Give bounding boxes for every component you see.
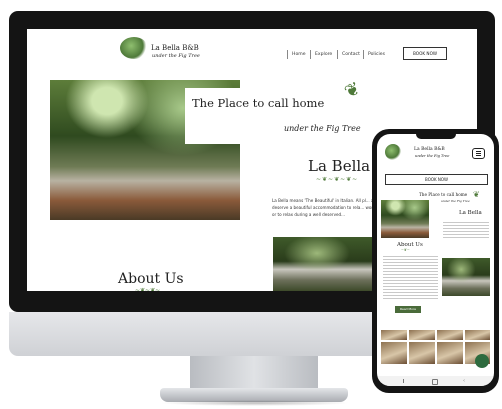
chat-icon[interactable] [475, 354, 489, 368]
site-brand-tagline: under the Fig Tree [152, 53, 200, 59]
gallery-thumb[interactable] [465, 330, 490, 340]
mobile-hero-subheading: under the Fig Tree [441, 199, 470, 203]
about-us-title: About Us [118, 271, 184, 287]
mobile-brand-tagline: under the Fig Tree [415, 154, 450, 158]
mobile-logo-leaf-icon [385, 144, 401, 160]
nav-divider [363, 50, 364, 59]
gallery-thumb[interactable] [381, 342, 407, 364]
menu-icon[interactable] [472, 148, 485, 159]
mobile-hero-image [381, 200, 429, 238]
mobile-hero-heading: The Place to call home [419, 192, 468, 197]
gallery-thumb[interactable] [381, 330, 407, 340]
hero-subheading: under the Fig Tree [284, 124, 361, 133]
garden-image [273, 237, 383, 291]
la-bella-title: La Bella [308, 157, 371, 175]
mobile-la-bella-text [443, 220, 489, 240]
android-nav-bar: ‹ [377, 376, 494, 386]
nav-divider [310, 50, 311, 59]
mobile-gallery [381, 330, 490, 378]
mobile-read-more-button[interactable]: Read More [395, 306, 421, 313]
about-leaf-divider-icon: ~❦~❦~ [135, 287, 161, 291]
gallery-thumb[interactable] [409, 330, 435, 340]
mobile-about-divider-icon: ~❦~ [401, 248, 410, 252]
hero-heading: The Place to call home [192, 96, 325, 110]
mobile-fern-icon: ❦ [473, 190, 480, 199]
mobile-la-bella-title: La Bella [459, 210, 482, 216]
back-icon[interactable]: ‹ [463, 378, 465, 384]
site-brand-name[interactable]: La Bella B&B [151, 44, 199, 52]
site-logo-leaf-icon [120, 37, 148, 59]
nav-policies[interactable]: Policies [368, 52, 385, 57]
nav-home[interactable]: Home [292, 52, 306, 57]
nav-contact[interactable]: Contact [342, 52, 360, 57]
nav-divider [337, 50, 338, 59]
nav-divider [287, 50, 288, 59]
mobile-about-image [442, 258, 490, 296]
nav-explore[interactable]: Explore [315, 52, 332, 57]
phone-screen: La Bella B&B under the Fig Tree BOOK NOW… [377, 134, 494, 386]
gallery-thumb[interactable] [409, 342, 435, 364]
gallery-thumb[interactable] [437, 330, 463, 340]
home-icon[interactable] [432, 379, 438, 385]
gallery-thumb[interactable] [437, 342, 463, 364]
mobile-brand-name[interactable]: La Bella B&B [414, 147, 445, 152]
mobile-book-now-button[interactable]: BOOK NOW [385, 174, 488, 185]
recents-icon[interactable] [403, 379, 404, 383]
book-now-button[interactable]: BOOK NOW [403, 47, 447, 60]
phone-notch [416, 132, 456, 139]
mobile-about-text [383, 254, 438, 300]
leaf-divider-icon: ~❦~❦~❦~ [316, 176, 359, 183]
monitor-stand-neck [190, 356, 318, 390]
stand-shadow [160, 400, 350, 406]
